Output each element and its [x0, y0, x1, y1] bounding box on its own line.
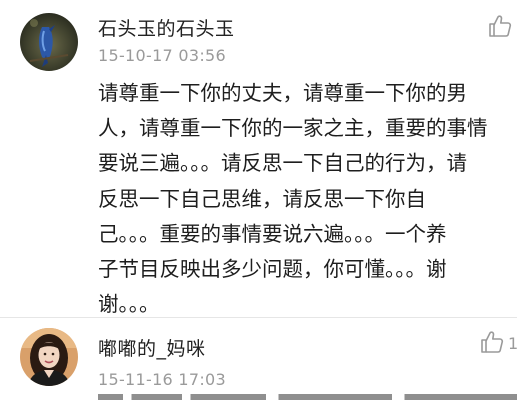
timestamp: 15-10-17 03:56: [98, 46, 227, 65]
comment-item: 嘟嘟的_妈咪 15-11-16 17:03 1: [0, 318, 517, 400]
timestamp: 15-11-16 17:03: [98, 370, 227, 389]
comment-body-line: 反思一下自己思维，请反思一下你自: [98, 186, 426, 211]
comment-list: 石头玉的石头玉 15-10-17 03:56 请尊重一下你的丈夫，请尊重一下你的…: [0, 0, 517, 400]
thumbs-up-icon: [489, 15, 512, 37]
comment-body-line: 己。。。重要的事情要说六遍。。。一个养: [98, 221, 447, 246]
bird-avatar-icon: [20, 13, 78, 71]
like-count: 1: [508, 334, 517, 353]
like-button[interactable]: [478, 328, 506, 356]
thumbs-up-icon: [481, 331, 504, 353]
username[interactable]: 嘟嘟的_妈咪: [98, 334, 206, 361]
comment-body-line: 要说三遍。。。请反思一下自己的行为，请: [98, 151, 467, 176]
comment-body-line: 人，请尊重一下你的一家之主，重要的事情: [98, 116, 488, 141]
comment-body-line: 请尊重一下你的丈夫，请尊重一下你的男: [98, 81, 467, 105]
user-avatar[interactable]: [20, 328, 78, 386]
comment-body: 请尊重一下你的丈夫，请尊重一下你的男 人，请尊重一下你的一家之主，重要的事情 要…: [98, 76, 517, 322]
comment-body-line: 子节目反映出多少问题，你可懂。。。谢: [98, 256, 447, 281]
comment-item: 石头玉的石头玉 15-10-17 03:56 请尊重一下你的丈夫，请尊重一下你的…: [0, 0, 517, 318]
like-button[interactable]: [486, 12, 514, 40]
next-comment-text-peek: [98, 394, 517, 400]
woman-avatar-icon: [20, 328, 78, 386]
username[interactable]: 石头玉的石头玉: [98, 14, 235, 41]
user-avatar[interactable]: [20, 13, 78, 71]
